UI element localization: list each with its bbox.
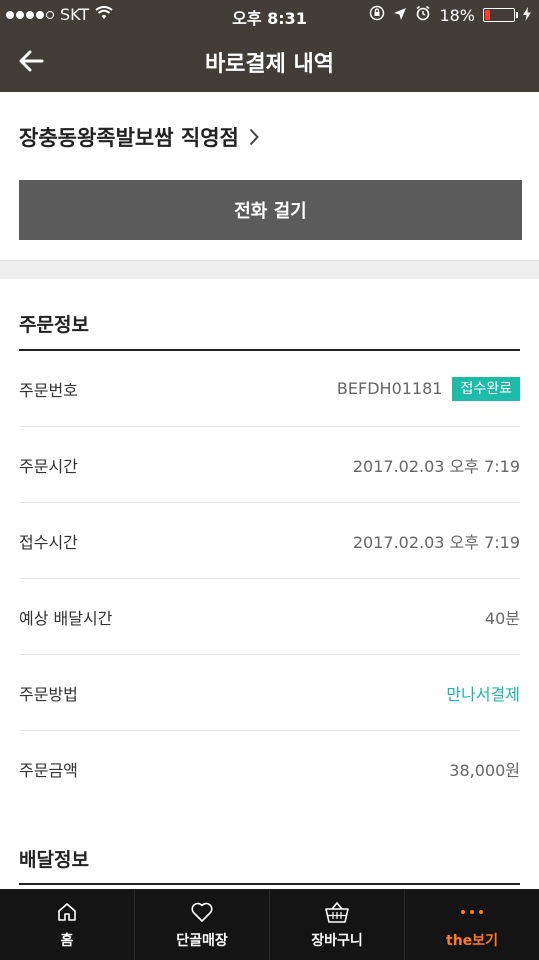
row-label: 예상 배달시간 <box>19 608 113 628</box>
status-badge: 접수완료 <box>452 376 520 401</box>
tab-favorites[interactable]: 단골매장 <box>134 889 269 960</box>
tab-cart[interactable]: 장바구니 <box>269 889 404 960</box>
store-section: 장충동왕족발보쌈 직영점 전화 걸기 <box>0 92 539 260</box>
status-right: 18% <box>369 5 531 25</box>
tab-label: 단골매장 <box>176 932 228 949</box>
order-number-row: 주문번호 BEFDH01181 접수완료 <box>19 351 520 427</box>
tab-label: 홈 <box>60 932 74 949</box>
section-divider <box>0 260 539 279</box>
order-time-row: 주문시간 2017.02.03 오후 7:19 <box>19 427 520 503</box>
alarm-icon <box>415 5 431 25</box>
order-info-title: 주문정보 <box>19 314 89 336</box>
row-value: 2017.02.03 오후 7:19 <box>352 532 520 552</box>
battery-icon <box>483 8 518 22</box>
battery-percent: 18% <box>439 5 475 25</box>
delivery-info-title: 배달정보 <box>19 849 89 871</box>
store-link[interactable]: 장충동왕족발보쌈 직영점 <box>19 122 259 152</box>
row-value: 38,000원 <box>449 760 520 780</box>
row-value: 만나서결제 <box>446 684 520 704</box>
tab-more[interactable]: the보기 <box>404 889 539 960</box>
tab-label: 장바구니 <box>311 932 363 949</box>
row-label: 주문번호 <box>19 380 78 400</box>
page-title: 바로결제 내역 <box>204 52 335 77</box>
status-bar: SKT 오후 8:31 18% <box>0 0 539 30</box>
orientation-lock-icon <box>369 5 385 25</box>
row-label: 주문금액 <box>19 760 78 780</box>
row-value: 2017.02.03 오후 7:19 <box>352 456 520 476</box>
order-amount-row: 주문금액 38,000원 <box>19 731 520 806</box>
charging-bolt-icon <box>523 6 531 25</box>
store-name: 장충동왕족발보쌈 직영점 <box>19 126 239 150</box>
row-label: 주문방법 <box>19 684 78 704</box>
tab-label: the보기 <box>446 932 498 949</box>
home-icon <box>56 900 78 924</box>
nav-bar: 바로결제 내역 <box>0 30 539 92</box>
bottom-tab-bar: 홈 단골매장 장바구니 the보기 <box>0 889 539 960</box>
more-dots-icon <box>461 900 483 924</box>
row-label: 주문시간 <box>19 456 78 476</box>
row-value: 40분 <box>484 608 520 628</box>
accept-time-row: 접수시간 2017.02.03 오후 7:19 <box>19 503 520 579</box>
basket-icon <box>324 900 350 924</box>
row-label: 접수시간 <box>19 532 78 552</box>
delivery-estimate-row: 예상 배달시간 40분 <box>19 579 520 655</box>
heart-icon <box>190 900 214 924</box>
order-info-list: 주문번호 BEFDH01181 접수완료 주문시간 2017.02.03 오후 … <box>19 351 520 806</box>
order-number-value: BEFDH01181 <box>336 379 443 398</box>
call-button[interactable]: 전화 걸기 <box>19 180 522 240</box>
location-icon <box>393 6 407 25</box>
tab-home[interactable]: 홈 <box>0 889 134 960</box>
delivery-info-rule <box>19 883 520 885</box>
row-value: BEFDH01181 접수완료 <box>336 376 520 401</box>
payment-method-row: 주문방법 만나서결제 <box>19 655 520 731</box>
chevron-right-icon <box>249 128 259 146</box>
